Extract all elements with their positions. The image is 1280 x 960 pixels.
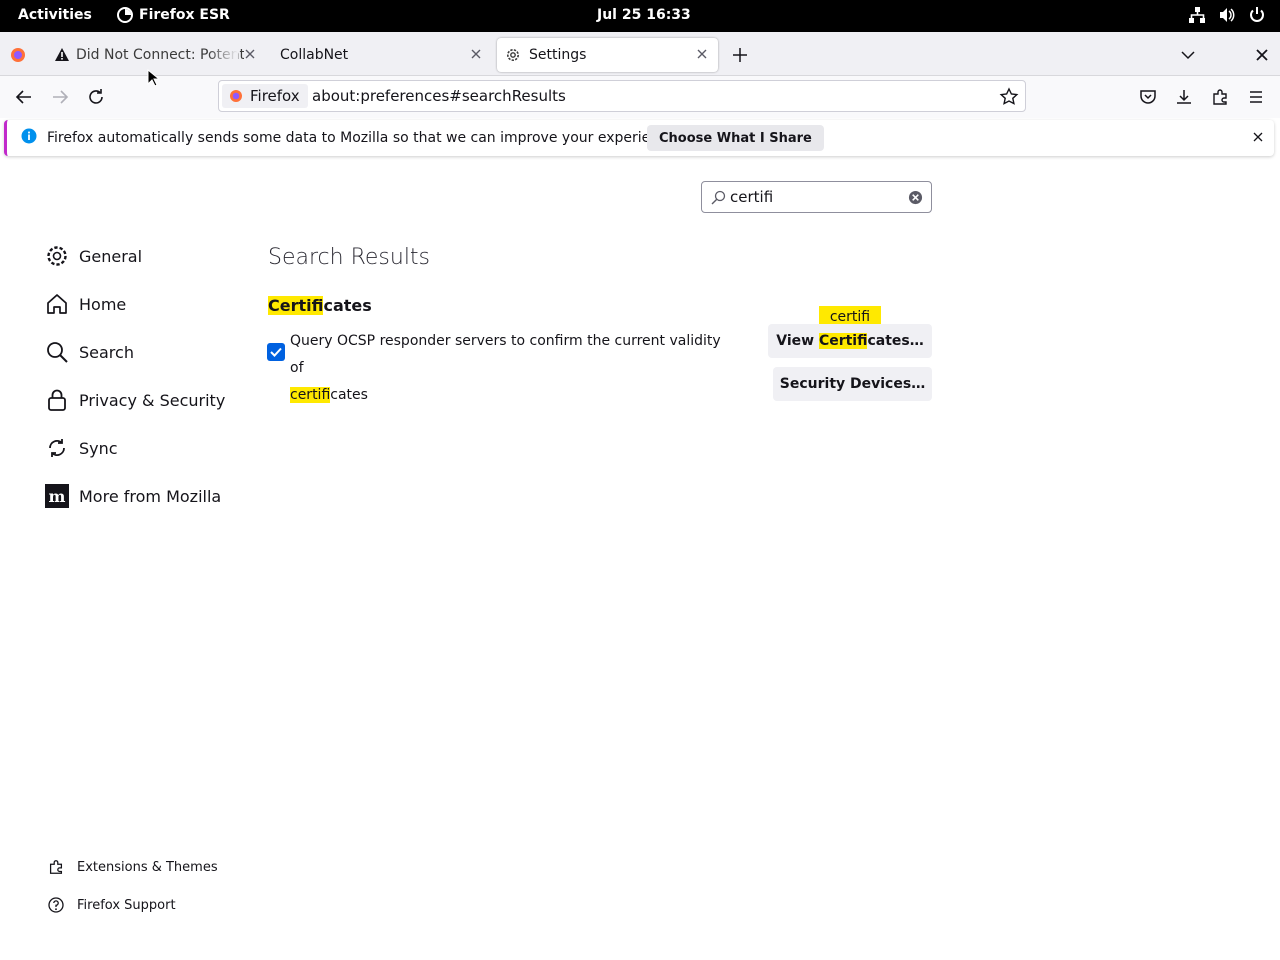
search-icon — [711, 190, 726, 205]
search-highlight: Certifi — [268, 296, 324, 315]
sidebar-item-label: More from Mozilla — [79, 486, 222, 506]
button-label-post: cates… — [867, 333, 924, 349]
firefox-logo-icon — [11, 48, 25, 62]
page-title: Search Results — [268, 245, 431, 270]
hamburger-menu-icon[interactable] — [1246, 87, 1266, 107]
tab-title-fade — [208, 38, 238, 72]
sidebar-footer-firefox-support[interactable]: Firefox Support — [47, 896, 176, 914]
tab-collabnet[interactable]: CollabNet — [270, 38, 492, 72]
gear-icon — [47, 246, 67, 266]
ocsp-checkbox-label[interactable]: Query OCSP responder servers to confirm … — [290, 328, 730, 409]
security-devices-button[interactable]: Security Devices… — [773, 367, 932, 401]
activities-button[interactable]: Activities — [18, 7, 92, 23]
search-value: certifi — [730, 188, 774, 206]
tab-close-icon[interactable] — [242, 46, 258, 62]
tab-close-icon[interactable] — [468, 46, 484, 62]
navigation-bar: Firefox about:preferences#searchResults — [0, 76, 1280, 118]
sidebar-item-privacy-security[interactable]: Privacy & Security — [45, 388, 225, 412]
network-icon — [1188, 6, 1206, 24]
choose-what-i-share-button[interactable]: Choose What I Share — [647, 125, 824, 151]
forward-arrow-icon[interactable] — [48, 85, 72, 109]
sidebar-item-label: Home — [79, 294, 127, 314]
downloads-icon[interactable] — [1174, 87, 1194, 107]
notification-message: Firefox automatically sends some data to… — [47, 130, 680, 146]
sidebar-item-search[interactable]: Search — [45, 340, 134, 364]
sidebar-footer-extensions-themes[interactable]: Extensions & Themes — [47, 858, 218, 876]
checkmark-icon — [270, 347, 282, 357]
mozilla-icon: m — [45, 484, 69, 508]
view-certificates-button[interactable]: View Certifi cates… — [768, 324, 932, 358]
volume-icon — [1218, 6, 1236, 24]
url-text[interactable]: about:preferences#searchResults — [312, 87, 566, 105]
svg-text:m: m — [49, 487, 66, 506]
puzzle-icon — [49, 860, 63, 874]
tab-title: CollabNet — [280, 47, 349, 63]
new-tab-icon[interactable] — [731, 46, 749, 64]
clock[interactable]: Jul 25 16:33 — [597, 7, 691, 23]
sidebar-item-sync[interactable]: Sync — [45, 436, 118, 460]
info-icon — [21, 128, 37, 144]
button-label-pre: View — [776, 333, 819, 349]
gear-icon — [507, 49, 519, 61]
pocket-icon[interactable] — [1138, 87, 1158, 107]
back-arrow-icon[interactable] — [12, 85, 36, 109]
footer-label: Extensions & Themes — [77, 859, 218, 875]
sidebar-item-label: Privacy & Security — [79, 390, 226, 410]
identity-label: Firefox — [250, 87, 300, 105]
ocsp-checkbox[interactable] — [267, 343, 285, 361]
app-menu[interactable]: Firefox ESR — [117, 7, 230, 23]
search-icon — [47, 342, 68, 363]
search-highlight: Certifi — [818, 333, 868, 349]
lock-icon — [48, 389, 66, 411]
tab-strip: Did Not Connect: Potenti CollabNet Setti… — [0, 32, 1280, 76]
reload-icon[interactable] — [84, 85, 108, 109]
app-name: Firefox ESR — [139, 7, 230, 23]
warning-icon — [55, 48, 69, 61]
tab-title: Settings — [529, 47, 587, 63]
extensions-icon[interactable] — [1210, 87, 1230, 107]
url-bar[interactable]: Firefox about:preferences#searchResults — [218, 80, 1026, 112]
firefox-logo-icon — [230, 90, 242, 102]
firefox-view-button[interactable] — [8, 45, 28, 65]
settings-search-input[interactable]: certifi — [701, 181, 932, 213]
sidebar-item-general[interactable]: General — [45, 244, 142, 268]
firefox-app-icon — [117, 7, 133, 23]
system-tray[interactable] — [1188, 6, 1266, 24]
help-icon — [48, 897, 64, 913]
clear-search-icon[interactable] — [908, 190, 923, 205]
identity-box[interactable]: Firefox — [222, 84, 308, 108]
mouse-cursor-icon — [147, 69, 159, 87]
section-heading-certificates: Certificates — [268, 296, 372, 315]
sync-icon — [49, 439, 65, 457]
sidebar-item-more-from-mozilla[interactable]: m More from Mozilla — [45, 484, 221, 508]
tab-settings[interactable]: Settings — [497, 38, 718, 72]
sidebar-item-label: General — [79, 246, 143, 266]
sidebar-item-label: Sync — [79, 438, 118, 458]
search-highlight: certifi — [290, 387, 331, 403]
ocsp-label-text: Query OCSP responder servers to confirm … — [290, 333, 721, 376]
close-icon[interactable] — [1251, 130, 1265, 144]
tab-did-not-connect[interactable]: Did Not Connect: Potenti — [46, 38, 266, 72]
list-all-tabs-icon[interactable] — [1179, 46, 1197, 64]
power-icon — [1248, 6, 1266, 24]
sidebar-item-label: Search — [79, 342, 134, 362]
telemetry-notification: Firefox automatically sends some data to… — [4, 120, 1274, 156]
home-icon — [47, 294, 67, 314]
window-close-icon[interactable] — [1254, 47, 1270, 63]
section-heading-rest: cates — [323, 296, 372, 315]
footer-label: Firefox Support — [77, 897, 176, 913]
ocsp-label-rest: cates — [330, 387, 368, 403]
system-top-bar: Activities Firefox ESR Jul 25 16:33 — [0, 0, 1280, 32]
sidebar-item-home[interactable]: Home — [45, 292, 126, 316]
bookmark-star-icon[interactable] — [999, 87, 1019, 107]
tab-close-icon[interactable] — [694, 46, 710, 62]
